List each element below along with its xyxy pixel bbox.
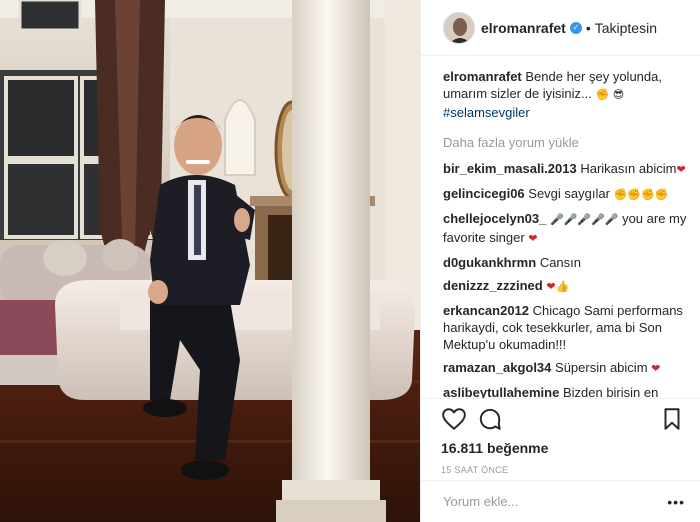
- caption-hashtag-link[interactable]: #selamsevgiler: [443, 105, 530, 120]
- action-icons-row: [441, 399, 685, 439]
- post-actions: 16.811 beğenme 15 SAAT ÖNCE: [421, 398, 700, 475]
- comment-item: bir_ekim_masali.2013 Harikasın abicim❤: [443, 160, 688, 179]
- post-header: elromanrafet ✓ • Takiptesin: [421, 0, 700, 56]
- comments-list[interactable]: elromanrafet Bende her şey yolunda, umar…: [421, 56, 700, 398]
- fist-emoji-icon: ✊: [595, 89, 610, 101]
- comment-username[interactable]: gelincicegi06: [443, 186, 525, 201]
- microphone-emoji-icon: 🎤🎤🎤🎤🎤: [549, 214, 619, 226]
- heart-thumbs-emoji-icon: ❤👍: [546, 281, 570, 293]
- sunglasses-emoji-icon: 😎: [612, 89, 625, 101]
- author-username[interactable]: elromanrafet: [481, 20, 566, 36]
- comment-username[interactable]: aslibeytullahemine: [443, 385, 559, 398]
- comment-username[interactable]: d0gukankhrmn: [443, 255, 536, 270]
- comment-username[interactable]: erkancan2012: [443, 303, 529, 318]
- heart-emoji-icon: ❤: [651, 363, 661, 375]
- load-more-comments-link[interactable]: Daha fazla yorum yükle: [443, 135, 688, 150]
- comment-text: Süpersin abicim: [555, 360, 648, 375]
- comment-item: erkancan2012 Chicago Sami performans har…: [443, 302, 688, 353]
- post-side-panel: elromanrafet ✓ • Takiptesin elromanrafet…: [420, 0, 700, 522]
- comment-item: ramazan_akgol34 Süpersin abicim ❤: [443, 359, 688, 378]
- comment-item: d0gukankhrmn Cansın: [443, 254, 688, 271]
- bookmark-icon[interactable]: [659, 406, 685, 432]
- photo-scene: [0, 0, 420, 522]
- comment-item: chellejocelyn03_ 🎤🎤🎤🎤🎤 you are my favori…: [443, 210, 688, 248]
- heart-emoji-icon: ❤: [676, 164, 686, 176]
- comment-username[interactable]: ramazan_akgol34: [443, 360, 551, 375]
- follow-status-button[interactable]: Takiptesin: [595, 20, 657, 36]
- heart-icon[interactable]: [441, 406, 467, 432]
- comment-item: aslibeytullahemine Bizden birisin en çok…: [443, 384, 688, 398]
- heart-emoji-icon: ❤: [528, 233, 538, 245]
- verified-badge-icon: ✓: [569, 21, 582, 34]
- comment-item: denizzz_zzzined ❤👍: [443, 277, 688, 296]
- comment-username[interactable]: chellejocelyn03_: [443, 211, 546, 226]
- post-timestamp: 15 SAAT ÖNCE: [441, 465, 509, 475]
- comment-text: Cansın: [539, 255, 582, 270]
- fist-emoji-icon: ✊✊✊✊: [613, 189, 669, 201]
- comment-username[interactable]: denizzz_zzzined: [443, 278, 543, 293]
- post-caption: elromanrafet Bende her şey yolunda, umar…: [443, 68, 688, 121]
- post-photo[interactable]: [0, 0, 420, 522]
- comment-bubble-icon[interactable]: [477, 406, 503, 432]
- comment-text: Sevgi saygılar: [528, 186, 610, 201]
- likes-count[interactable]: 16.811 beğenme: [441, 439, 685, 457]
- separator-dot: •: [585, 19, 591, 36]
- caption-username[interactable]: elromanrafet: [443, 69, 522, 84]
- add-comment-input[interactable]: [443, 494, 668, 509]
- author-avatar[interactable]: [443, 11, 475, 44]
- comment-text: Harikasın abicim: [580, 161, 677, 176]
- comment-username[interactable]: bir_ekim_masali.2013: [443, 161, 577, 176]
- add-comment-bar: •••: [421, 480, 700, 522]
- more-options-icon[interactable]: •••: [667, 494, 685, 510]
- comment-item: gelincicegi06 Sevgi saygılar ✊✊✊✊: [443, 185, 688, 204]
